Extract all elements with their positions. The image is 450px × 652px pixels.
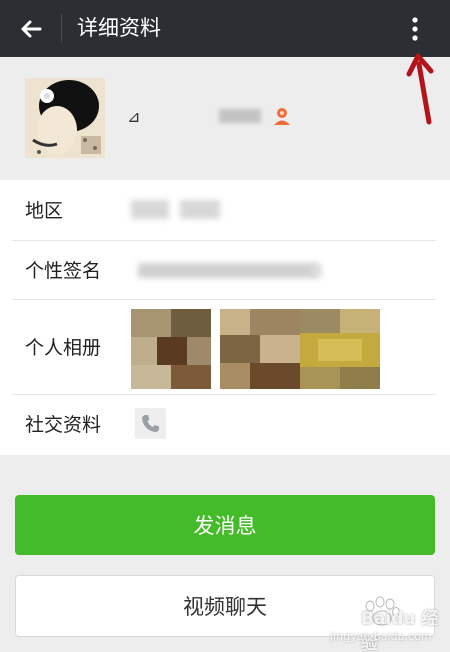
album-label: 个人相册 [25,337,102,359]
album-photo-1 [131,309,211,389]
avatar[interactable] [25,78,105,158]
signature-row[interactable]: 个性签名 [0,241,450,300]
social-label: 社交资料 [25,414,102,436]
header-divider [61,14,62,43]
social-row[interactable]: 社交资料 [0,395,450,455]
signature-value-blur-tail [312,265,322,276]
watermark-text: Baidu 经验 [361,609,439,652]
arrow-left-icon[interactable] [16,14,46,44]
region-row[interactable]: 地区 [0,180,450,241]
top-bar: 详细资料 [0,0,450,57]
gender-mark: ⊿ [127,107,141,126]
phone-icon-badge[interactable] [135,408,166,439]
send-message-button[interactable]: 发消息 [15,495,435,555]
signature-label: 个性签名 [25,260,102,282]
annotation-arrow-icon [406,53,434,125]
region-value-blur-2 [180,200,220,219]
details-card: 地区 个性签名 个人相册 社交资料 [0,180,450,455]
more-vertical-icon[interactable] [404,14,426,44]
nickname-blurred [219,109,261,123]
album-row[interactable]: 个人相册 [0,300,450,395]
album-photo-3 [300,309,380,389]
person-icon [274,108,290,125]
region-value-blur-1 [131,200,169,219]
album-photo-2 [220,309,300,389]
avatar-image [25,78,105,158]
phone-icon [142,415,159,432]
profile-header: ⊿ [0,57,450,180]
watermark-url: jingyan.baidu.com [330,630,432,643]
region-label: 地区 [25,200,64,222]
page-title: 详细资料 [77,16,161,40]
signature-value-blur [138,263,318,278]
